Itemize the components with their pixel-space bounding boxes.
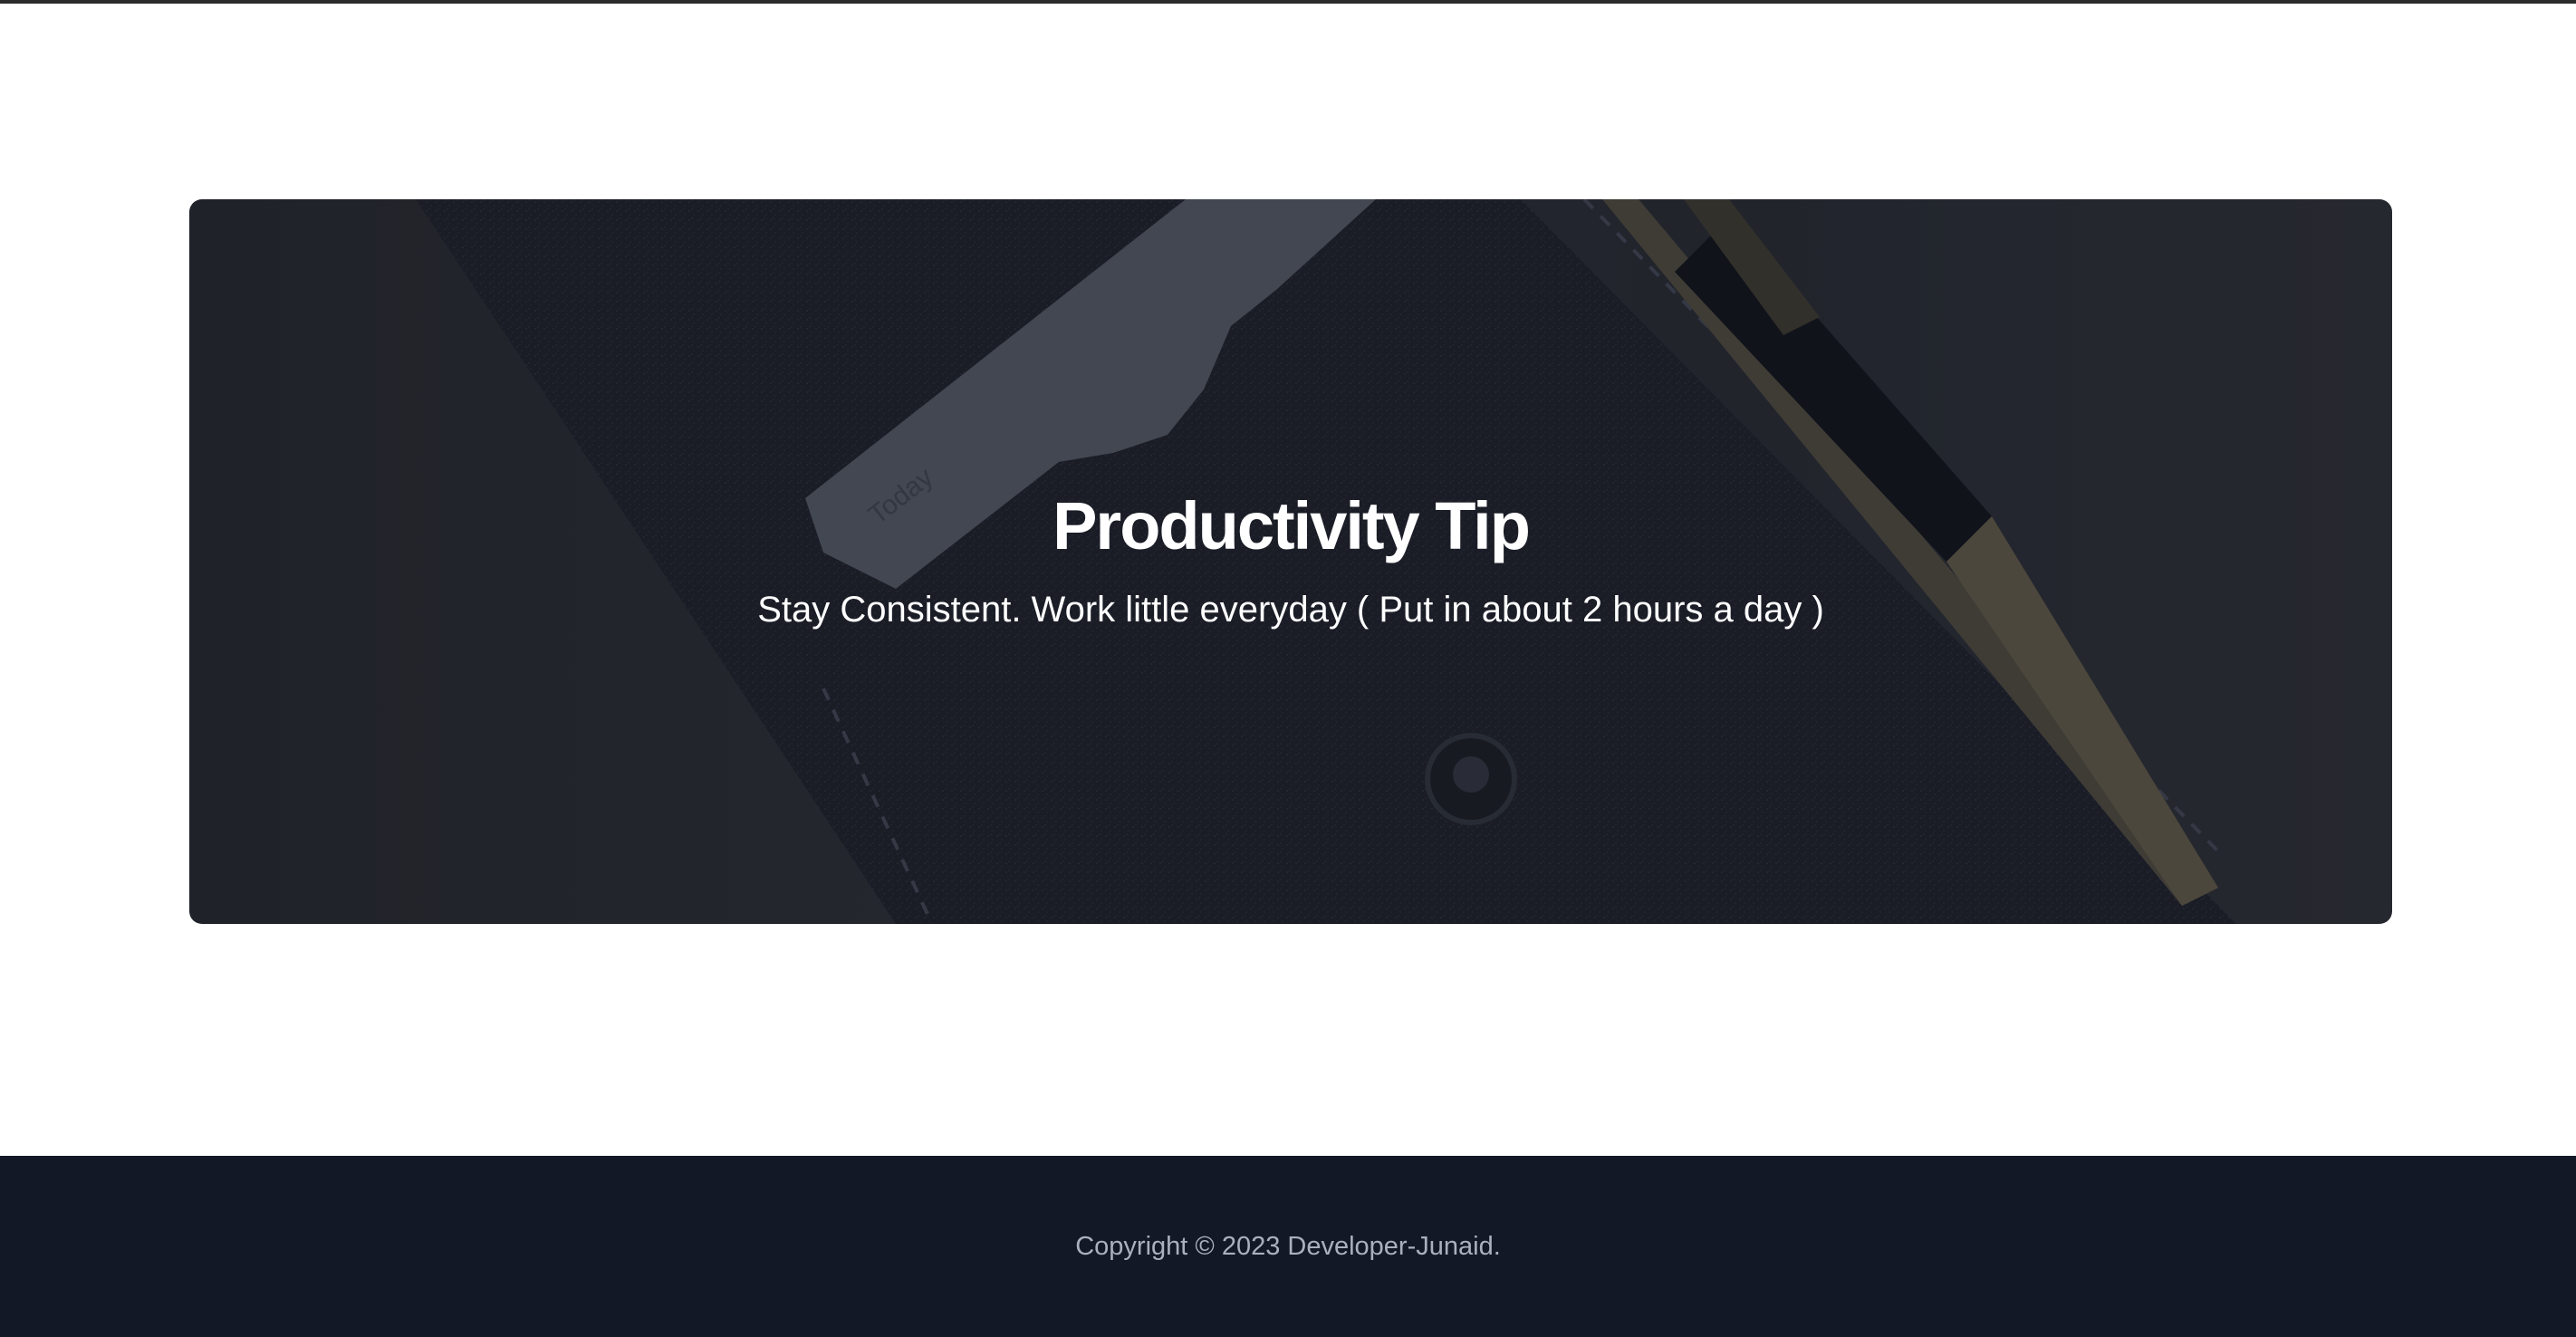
hero-banner: Today Productivity Tip Stay Consistent. … <box>189 199 2392 924</box>
footer: Copyright © 2023 Developer-Junaid. <box>0 1156 2576 1337</box>
hero-subtitle: Stay Consistent. Work little everyday ( … <box>757 590 1824 630</box>
hero-title: Productivity Tip <box>1053 488 1531 563</box>
footer-copyright: Copyright © 2023 Developer-Junaid. <box>1075 1231 1501 1261</box>
hero-content: Productivity Tip Stay Consistent. Work l… <box>189 199 2392 924</box>
top-border <box>0 0 2576 4</box>
